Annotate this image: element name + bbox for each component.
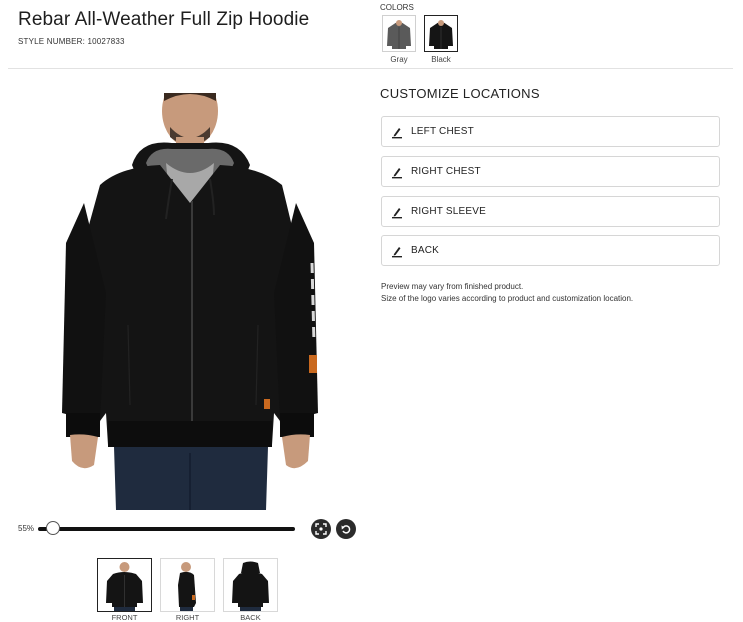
product-preview-image [62,93,318,510]
customize-locations-heading: CUSTOMIZE LOCATIONS [380,86,540,101]
gray-hoodie-swatch-image [387,19,411,49]
pen-icon [392,207,402,218]
location-right-sleeve-button[interactable]: RIGHT SLEEVE [381,196,720,227]
right-view-image [178,562,196,611]
location-right-chest-button[interactable]: RIGHT CHEST [381,156,720,187]
fit-screen-button[interactable] [311,519,331,539]
product-title: Rebar All-Weather Full Zip Hoodie [18,9,310,30]
undo-icon [341,525,351,534]
header-divider [8,68,733,69]
color-name-gray: Gray [390,55,408,64]
location-label: BACK [411,245,440,256]
black-hoodie-swatch-image [429,19,453,49]
color-swatch-gray[interactable] [382,15,416,52]
logo-size-note: Size of the logo varies according to pro… [381,294,634,303]
preview-disclaimer: Preview may vary from finished product. [381,282,524,291]
view-label-right: RIGHT [175,613,200,622]
pen-icon [392,167,402,178]
color-name-black: Black [431,55,451,64]
zoom-slider-handle[interactable] [46,521,60,535]
view-thumbnail-right[interactable] [160,558,215,612]
location-label: RIGHT SLEEVE [411,206,487,217]
back-view-image [232,561,269,611]
colors-label: COLORS [380,3,414,12]
front-view-image [106,562,143,611]
pen-icon [392,127,402,138]
zoom-slider-track[interactable] [38,527,295,531]
location-left-chest-button[interactable]: LEFT CHEST [381,116,720,147]
pen-icon [392,246,402,257]
style-number: STYLE NUMBER: 10027833 [18,37,125,46]
zoom-label: 55% [18,524,35,533]
color-swatch-black[interactable] [424,15,458,52]
view-thumbnail-front[interactable] [97,558,152,612]
reset-view-button[interactable] [336,519,356,539]
location-label: RIGHT CHEST [411,166,481,177]
view-thumbnail-back[interactable] [223,558,278,612]
view-label-back: BACK [240,613,261,622]
fit-screen-icon [315,523,327,535]
view-label-front: FRONT [111,613,138,622]
location-label: LEFT CHEST [411,126,474,137]
location-back-button[interactable]: BACK [381,235,720,266]
